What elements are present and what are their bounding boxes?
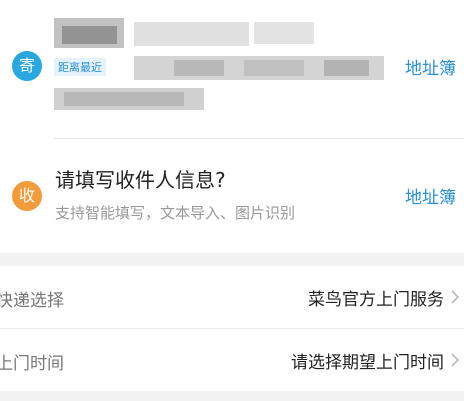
courier-value: 菜鸟官方上门服务 [308,290,444,310]
sender-info-row[interactable]: 寄 距离最近 地址簿 [0,0,464,138]
courier-label: 快递选择 [0,291,64,311]
receiver-subtitle: 支持智能填写，文本导入、图片识别 [55,204,296,222]
pickup-time-row[interactable]: 上门时间 请选择期望上门时间 [0,329,464,391]
section-divider [54,138,464,139]
receiver-title: 请填写收件人信息? [55,168,226,192]
pickup-time-label: 上门时间 [0,354,64,374]
receiver-address-book-link[interactable]: 地址簿 [405,183,456,208]
sender-badge: 寄 [12,51,42,81]
address-card: 寄 距离最近 地址簿 收 请填写收件人信息? 支持智能填写，文本导入、图片识别 … [0,0,464,253]
chevron-right-icon [451,290,460,304]
nearest-tag: 距离最近 [54,58,106,76]
courier-select-row[interactable]: 快递选择 菜鸟官方上门服务 [0,266,464,328]
pickup-time-value: 请选择期望上门时间 [291,353,444,373]
receiver-badge: 收 [12,181,42,211]
chevron-right-icon [451,353,460,367]
sender-address-book-link[interactable]: 地址簿 [405,54,456,79]
